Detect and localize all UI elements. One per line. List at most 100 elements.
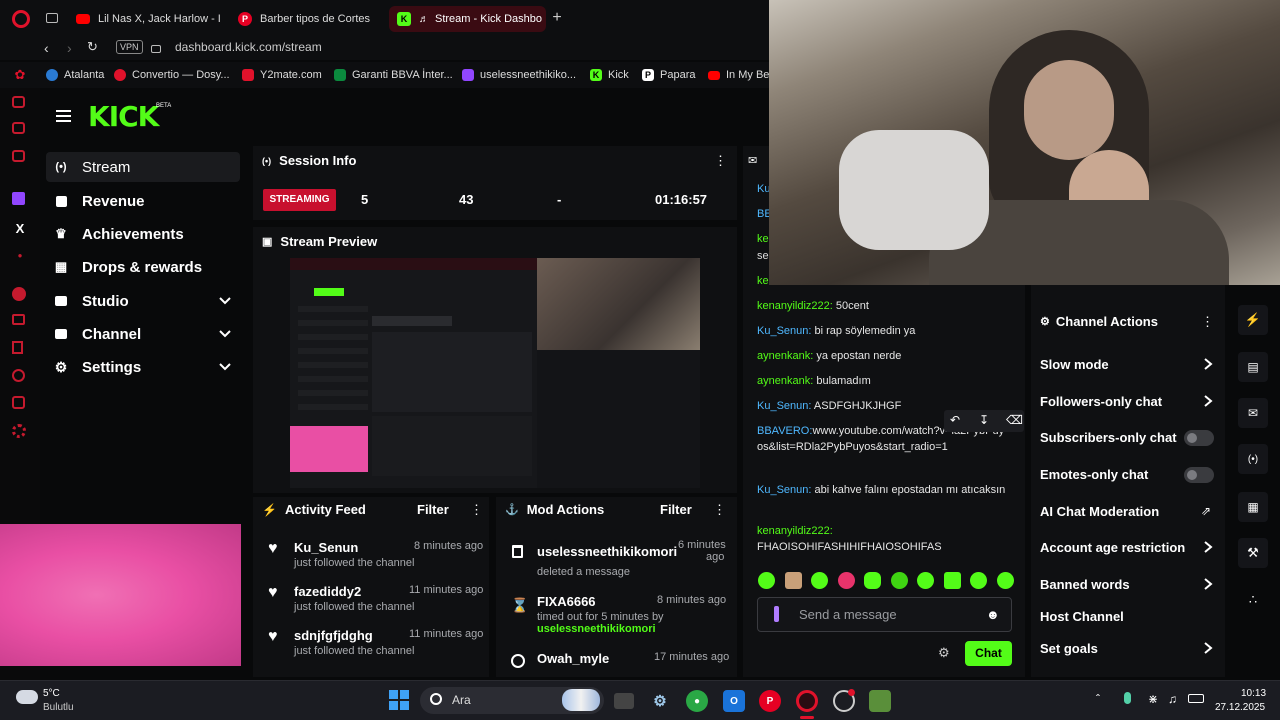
emotes-only-toggle[interactable] [1184, 467, 1214, 483]
bookmark-y2mate[interactable]: Y2mate.com [242, 69, 322, 81]
chat-send-button[interactable]: Chat [965, 641, 1012, 666]
bookmark-in-my-be[interactable]: In My Be [708, 69, 769, 81]
kebab-menu-icon[interactable]: ⋮ [470, 502, 483, 518]
followers-only-item[interactable]: Followers-only chat [1040, 394, 1162, 409]
settings-sidebar-icon[interactable] [12, 424, 26, 438]
chat-username[interactable]: aynenkank: [757, 375, 813, 387]
layout-icon[interactable]: ▦ [1238, 492, 1268, 522]
mod-filter-button[interactable]: Filter [660, 502, 692, 517]
file-explorer-icon[interactable] [614, 693, 634, 709]
chat-username[interactable]: Ku_Senun: [757, 400, 811, 412]
back-icon[interactable]: ‹ [44, 40, 49, 56]
chat-message[interactable]: kenanyildiz222: FHAOISOHIFASHIHIFHAIOSOHI… [757, 523, 1012, 555]
mod-user[interactable]: FIXA6666 [537, 594, 596, 609]
emotes-only-item[interactable]: Emotes-only chat [1040, 467, 1148, 482]
nav-achievements[interactable]: ♛ Achievements [46, 219, 240, 249]
url-field[interactable]: dashboard.kick.com/stream [175, 40, 322, 54]
mic-icon[interactable] [1124, 692, 1131, 704]
external-link-icon[interactable]: ⇗ [1201, 504, 1211, 518]
nav-channel[interactable]: Channel [46, 319, 240, 349]
new-tab-button[interactable]: + [549, 10, 565, 26]
history-icon[interactable] [12, 369, 25, 382]
quick-actions-icon[interactable]: ⚡ [1238, 305, 1268, 335]
chat-username[interactable]: Ku_Senun: [757, 484, 811, 496]
nav-studio[interactable]: Studio [46, 286, 240, 316]
bookmark-papara[interactable]: P Papara [642, 69, 695, 81]
forward-icon[interactable]: › [67, 40, 72, 56]
nav-drops-rewards[interactable]: ▦ Drops & rewards [46, 252, 240, 282]
start-icon[interactable] [389, 690, 409, 710]
weather-temp[interactable]: 5°C [43, 688, 60, 699]
nav-settings[interactable]: ⚙ Settings [46, 352, 240, 382]
opera-taskbar-icon[interactable] [796, 690, 818, 712]
bookmark-kick[interactable]: K Kick [590, 69, 629, 81]
vpn-badge[interactable]: VPN [116, 40, 143, 54]
emote-icon[interactable] [811, 572, 829, 589]
chat-username[interactable]: kenanyildiz222: [757, 523, 1012, 539]
notes-icon[interactable]: ▤ [1238, 352, 1268, 382]
recording-icon[interactable]: ● [12, 247, 28, 263]
banned-words-item[interactable]: Banned words [1040, 577, 1130, 592]
chevron-right-icon[interactable] [1202, 357, 1214, 371]
mod-user[interactable]: uselessneethikikomori [537, 544, 677, 559]
activity-filter-button[interactable]: Filter [417, 502, 449, 517]
activity-user[interactable]: sdnjfgfjdghg [294, 628, 373, 643]
clock-date[interactable]: 27.12.2025 [1215, 702, 1265, 713]
minecraft-icon[interactable] [869, 690, 891, 712]
mod-by-user[interactable]: uselessneethikikomori [537, 623, 656, 635]
menu-icon[interactable] [56, 110, 71, 122]
bookmark-garanti[interactable]: Garanti BBVA İnter... [334, 69, 453, 81]
wrench-icon[interactable]: ⚒ [1238, 538, 1268, 568]
workspace-icon[interactable] [12, 96, 25, 108]
host-channel-item[interactable]: Host Channel [1040, 609, 1124, 624]
pinboard-icon[interactable] [12, 122, 25, 134]
chat-username[interactable]: kenanyildiz222: [757, 300, 833, 312]
emote-icon[interactable] [758, 572, 775, 589]
kebab-menu-icon[interactable]: ⋮ [713, 502, 726, 518]
weather-desc[interactable]: Bulutlu [43, 702, 74, 713]
activity-user[interactable]: Ku_Senun [294, 540, 358, 555]
chevron-right-icon[interactable] [1202, 641, 1214, 655]
emote-icon[interactable] [784, 572, 802, 589]
xbox-icon[interactable]: ● [686, 690, 708, 712]
chat-message[interactable]: Ku_Senun: abi kahve falını epostadan mı … [757, 482, 1012, 498]
chevron-right-icon[interactable] [1202, 540, 1214, 554]
weather-icon[interactable] [16, 690, 38, 704]
steam-icon[interactable]: ⚙ [649, 690, 671, 712]
extensions-icon[interactable] [12, 396, 25, 409]
bookmark-atalanta[interactable]: Atalanta [46, 69, 104, 81]
nav-revenue[interactable]: Revenue [46, 186, 240, 216]
clock-time[interactable]: 10:13 [1241, 688, 1266, 699]
music-icon[interactable] [12, 287, 26, 301]
kebab-menu-icon[interactable]: ⋮ [714, 153, 727, 169]
bookmark-convertio[interactable]: Convertio — Dosy... [114, 69, 230, 81]
chevron-right-icon[interactable] [1202, 577, 1214, 591]
chat-username[interactable]: Ku_Senun: [757, 325, 811, 337]
battery-icon[interactable] [1188, 694, 1204, 703]
x-icon[interactable]: X [12, 220, 28, 236]
emote-icon[interactable] [943, 572, 961, 589]
chat-message[interactable]: aynenkank: bulamadım [757, 373, 1012, 389]
aria-icon[interactable]: ✿ [12, 67, 28, 83]
reload-icon[interactable]: ↻ [87, 39, 98, 55]
emote-icon[interactable] [837, 572, 855, 589]
chat-settings-icon[interactable]: ⚙ [938, 645, 950, 661]
kebab-menu-icon[interactable]: ⋮ [1201, 314, 1214, 330]
bookmark-twitch[interactable]: uselessneethikiko... [462, 69, 576, 81]
wallet-sidebar-icon[interactable] [12, 314, 25, 325]
stream-preview-video[interactable] [290, 258, 700, 488]
set-goals-item[interactable]: Set goals [1040, 641, 1098, 656]
tab-manager-icon[interactable] [46, 13, 58, 23]
chat-message[interactable]: aynenkank: ya epostan nerde [757, 348, 1012, 364]
emote-icon[interactable] [996, 572, 1014, 589]
opera-logo-icon[interactable] [12, 10, 30, 28]
chat-username[interactable]: aynenkank: [757, 350, 813, 362]
slow-mode-item[interactable]: Slow mode [1040, 357, 1109, 372]
account-age-item[interactable]: Account age restriction [1040, 540, 1185, 555]
emoji-icon[interactable]: ☻ [986, 607, 1000, 622]
mod-user[interactable]: Owah_myle [537, 651, 609, 666]
chat-message[interactable]: Ku_Senun: bi rap söylemedin ya [757, 323, 1012, 339]
tab-youtube[interactable]: Lil Nas X, Jack Harlow - II [68, 6, 220, 32]
bookmark-sidebar-icon[interactable] [12, 341, 23, 354]
tab-kick-dashboard[interactable]: K ♬ Stream - Kick Dashbo [389, 6, 546, 32]
